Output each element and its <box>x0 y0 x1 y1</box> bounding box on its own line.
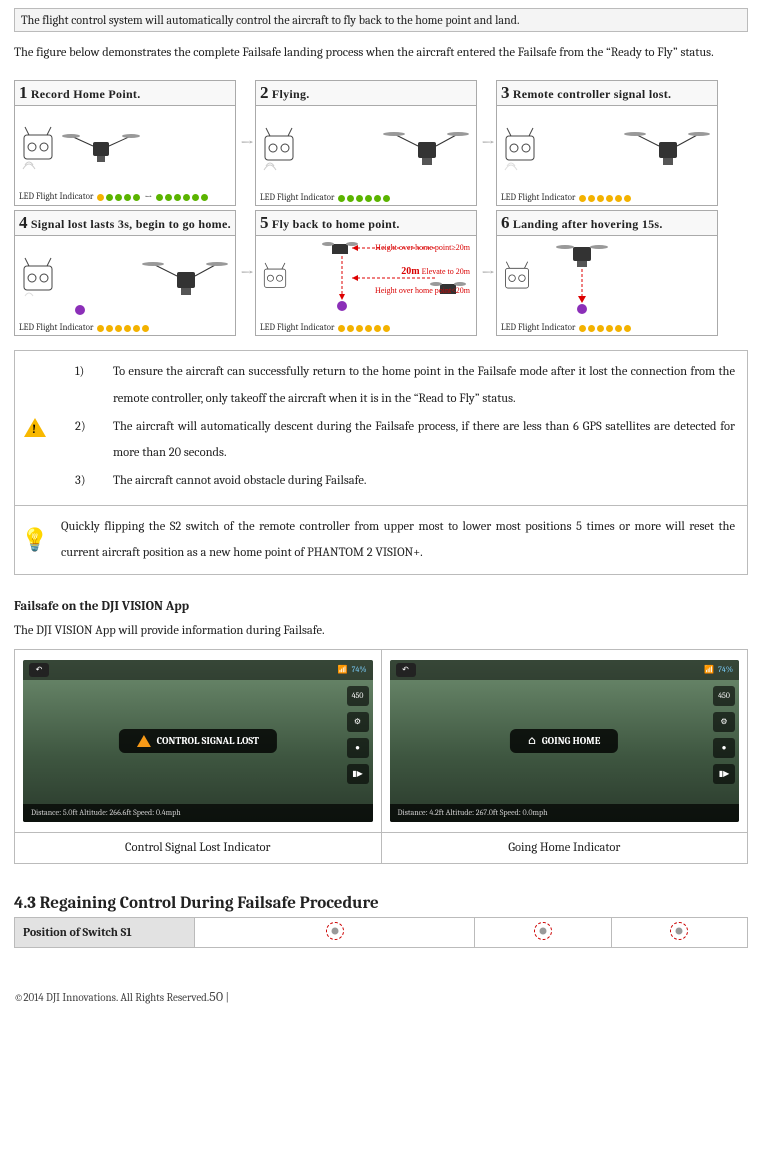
warning-item: The aircraft will automatically descent … <box>61 414 735 467</box>
step-2: 2Flying. LED Flight Indicator <box>255 80 477 206</box>
tip-icon: 💡 <box>15 506 55 575</box>
back-icon: ↶ <box>29 663 49 677</box>
signal-lost-badge: CONTROL SIGNAL LOST <box>119 729 277 753</box>
home-point-icon <box>73 303 87 317</box>
status-bar: Distance: 5.0ft Altitude: 266.6ft Speed:… <box>23 804 373 822</box>
step-1-title: Record Home Point. <box>31 87 141 101</box>
iso-display: 450 <box>713 686 735 706</box>
failsafe-steps-grid: 1Record Home Point. LED Flight Indicator… <box>14 80 748 336</box>
step-4: 4Signal lost lasts 3s, begin to go home.… <box>14 210 236 336</box>
remote-icon <box>262 126 296 172</box>
app-intro: The DJI VISION App will provide informat… <box>14 620 748 643</box>
wifi-icon: 📶 <box>338 665 348 674</box>
remote-icon <box>21 256 55 302</box>
step-2-title: Flying. <box>272 87 310 101</box>
back-icon: ↶ <box>396 663 416 677</box>
caption-going-home: Going Home Indicator <box>381 832 748 863</box>
switch-position-icon <box>326 922 344 940</box>
switch-position-icon <box>534 922 552 940</box>
led-label: LED Flight Indicator <box>260 193 334 203</box>
step5-annotations: Height over home point≥20m 20m Elevate t… <box>375 242 470 296</box>
drone-icon <box>380 124 470 174</box>
subheading-failsafe-app: Failsafe on the DJI VISION App <box>14 599 748 614</box>
caption-signal-lost: Control Signal Lost Indicator <box>15 832 382 863</box>
record-icon: ● <box>347 738 369 758</box>
remote-icon <box>262 261 288 297</box>
settings-icon: ⚙ <box>347 712 369 732</box>
led-label: LED Flight Indicator <box>19 192 93 202</box>
app-screenshots-table: ↶ 📶74% 450 ⚙ ● ▮▶ CONTROL SIGNAL LOST Di… <box>14 649 748 864</box>
page-footer: ©2014 DJI Innovations. All Rights Reserv… <box>14 988 748 1005</box>
step-1: 1Record Home Point. LED Flight Indicator… <box>14 80 236 206</box>
app-screenshot-signal-lost: ↶ 📶74% 450 ⚙ ● ▮▶ CONTROL SIGNAL LOST Di… <box>23 660 373 822</box>
step-5: 5Fly back to home point. Height over hom… <box>255 210 477 336</box>
camcorder-icon: ▮▶ <box>713 764 735 784</box>
going-home-badge: ⌂ GOING HOME <box>510 729 618 753</box>
iso-display: 450 <box>347 686 369 706</box>
flow-arrow-icon: → <box>481 263 492 284</box>
remote-icon <box>503 126 537 172</box>
step-6-title: Landing after hovering 15s. <box>513 217 663 231</box>
section-heading-4-3: 4.3 Regaining Control During Failsafe Pr… <box>14 894 748 913</box>
switch-s1-table: Position of Switch S1 <box>14 917 748 948</box>
step-6: 6Landing after hovering 15s. LED Flight … <box>496 210 718 336</box>
led-label: LED Flight Indicator <box>501 323 575 333</box>
step-4-title: Signal lost lasts 3s, begin to go home. <box>31 217 231 231</box>
step-3-title: Remote controller signal lost. <box>513 87 672 101</box>
warning-icon <box>137 735 151 747</box>
intro-paragraph: The figure below demonstrates the comple… <box>14 40 748 66</box>
notice-box: To ensure the aircraft can successfully … <box>14 350 748 575</box>
app-screenshot-going-home: ↶ 📶74% 450 ⚙ ● ▮▶ ⌂ GOING HOME Distance:… <box>390 660 740 822</box>
led-label: LED Flight Indicator <box>260 323 334 333</box>
flow-arrow-icon: → <box>481 133 492 154</box>
flow-arrow-icon: → <box>240 133 251 154</box>
drone-icon <box>61 128 141 168</box>
drone-icon <box>621 124 711 174</box>
led-label: LED Flight Indicator <box>501 193 575 203</box>
step-3: 3Remote controller signal lost. LED Flig… <box>496 80 718 206</box>
led-label: LED Flight Indicator <box>19 323 93 333</box>
top-note: The flight control system will automatic… <box>14 8 748 32</box>
arrow-icon: → <box>144 191 152 203</box>
warning-icon <box>15 351 55 504</box>
record-icon: ● <box>713 738 735 758</box>
wifi-icon: 📶 <box>704 665 714 674</box>
tip-text: Quickly flipping the S2 switch of the re… <box>55 506 747 575</box>
settings-icon: ⚙ <box>713 712 735 732</box>
switch-position-icon <box>670 922 688 940</box>
remote-icon <box>21 125 55 171</box>
drone-icon <box>139 254 229 304</box>
step-5-title: Fly back to home point. <box>272 217 400 231</box>
warning-item: The aircraft cannot avoid obstacle durin… <box>61 468 735 494</box>
s1-label: Position of Switch S1 <box>15 917 195 947</box>
home-icon: ⌂ <box>528 735 536 747</box>
status-bar: Distance: 4.2ft Altitude: 267.0ft Speed:… <box>390 804 740 822</box>
camcorder-icon: ▮▶ <box>347 764 369 784</box>
remote-icon <box>503 259 531 299</box>
warning-item: To ensure the aircraft can successfully … <box>61 359 735 412</box>
drone-landing-diagram <box>547 241 627 317</box>
flow-arrow-icon: → <box>240 263 251 284</box>
